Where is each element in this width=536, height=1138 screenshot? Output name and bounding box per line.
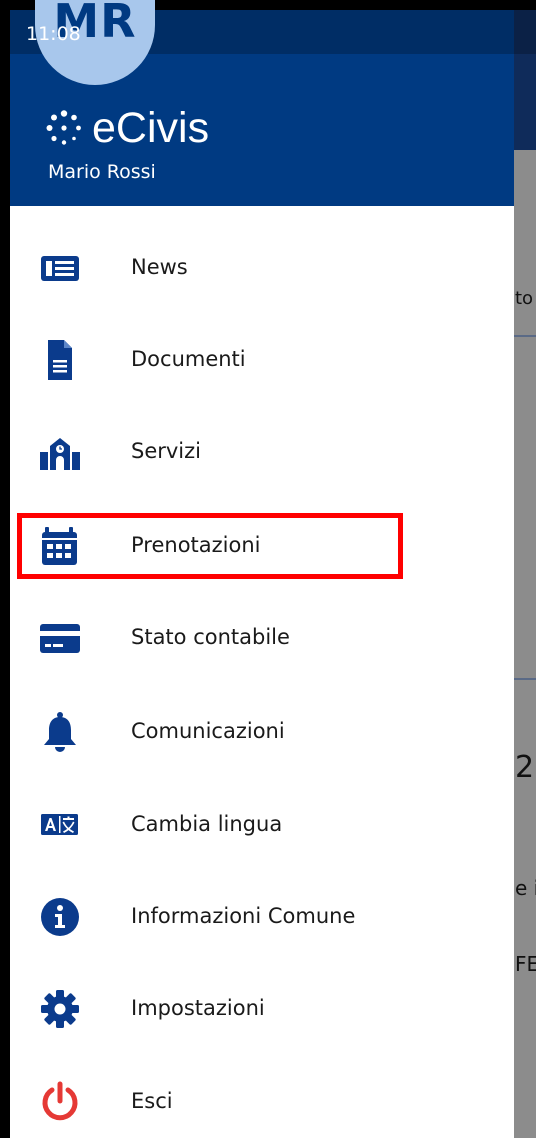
menu-item-label: Documenti <box>131 347 246 371</box>
ecivis-logo-icon <box>46 110 81 145</box>
menu-item-label: News <box>131 255 188 279</box>
menu-item-label: Informazioni Comune <box>131 904 356 928</box>
newspaper-icon <box>38 246 82 290</box>
menu-item-informazioni-comune[interactable]: Informazioni Comune <box>10 871 514 963</box>
menu-item-label: Impostazioni <box>131 996 265 1020</box>
menu-item-label: Servizi <box>131 439 202 463</box>
menu-item-servizi[interactable]: Servizi <box>10 406 514 498</box>
menu-item-label: Comunicazioni <box>131 719 285 743</box>
language-icon <box>38 803 82 847</box>
menu-item-documenti[interactable]: Documenti <box>10 314 514 406</box>
menu-item-news[interactable]: News <box>10 222 514 314</box>
user-name: Mario Rossi <box>48 161 156 183</box>
status-time: 11:08 <box>26 23 81 45</box>
document-icon <box>38 338 82 382</box>
credit-card-icon <box>38 616 82 660</box>
menu-item-label: Esci <box>131 1089 173 1113</box>
info-icon <box>38 895 82 939</box>
background-text: e i <box>515 876 536 900</box>
app-name: eCivis <box>92 104 210 152</box>
menu-item-impostazioni[interactable]: Impostazioni <box>10 963 514 1055</box>
bell-icon <box>38 710 82 754</box>
menu-item-esci[interactable]: Esci <box>10 1056 514 1138</box>
background-text: 20 <box>515 750 536 785</box>
background-text: to <box>515 288 534 309</box>
background-text: FE <box>515 952 536 976</box>
menu-item-cambia-lingua[interactable]: Cambia lingua <box>10 779 514 871</box>
gear-icon <box>38 987 82 1031</box>
town-hall-icon <box>38 430 82 474</box>
selection-highlight-box <box>17 513 403 579</box>
menu-item-stato-contabile[interactable]: Stato contabile <box>10 592 514 684</box>
menu-item-label: Cambia lingua <box>131 812 283 836</box>
power-icon <box>38 1080 82 1124</box>
menu-item-comunicazioni[interactable]: Comunicazioni <box>10 686 514 778</box>
brand: eCivis <box>46 102 209 154</box>
screen: to 20 e i FE <box>0 0 536 1138</box>
menu-item-label: Stato contabile <box>131 625 290 649</box>
